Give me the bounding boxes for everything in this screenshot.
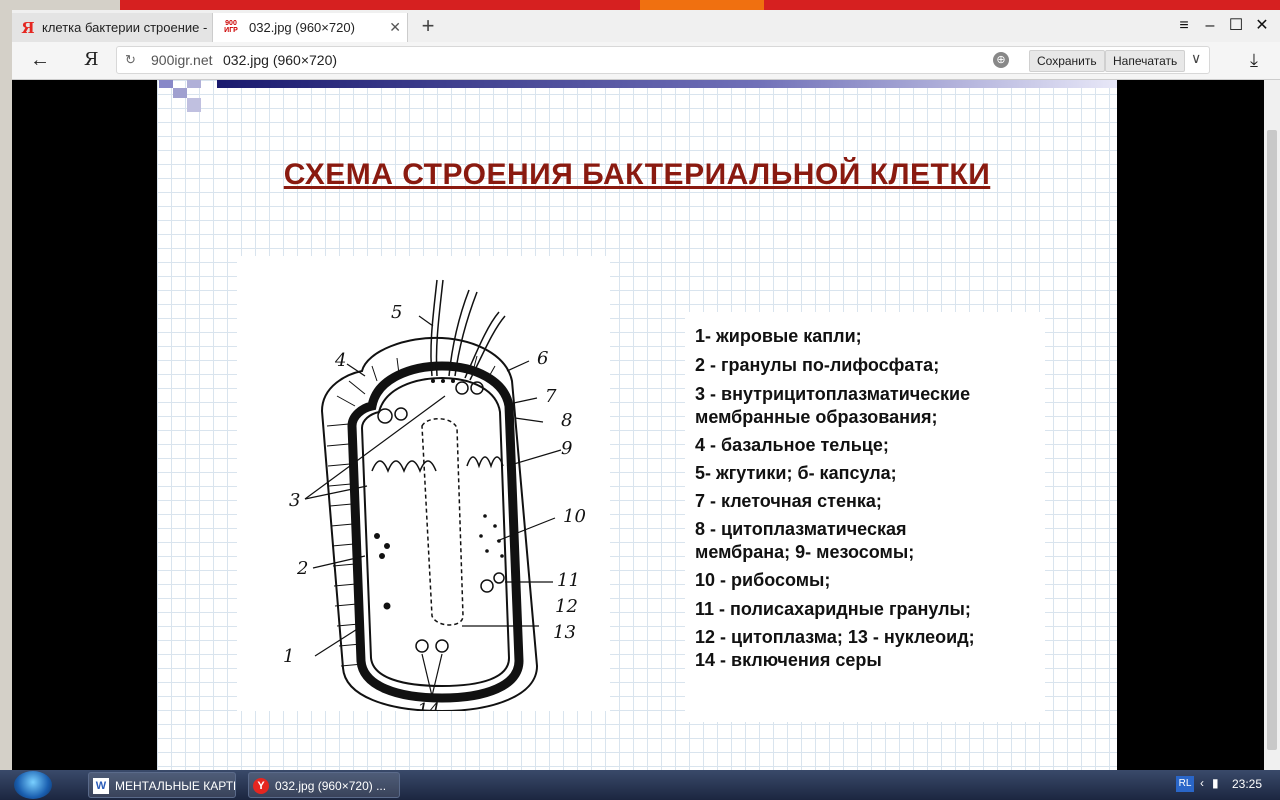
clock[interactable]: 23:25 <box>1232 777 1262 791</box>
legend-item: 5- жгутики; б- капсула; <box>695 463 897 483</box>
legend-list: 1- жировые капли; 2 - гранулы по-лифосфа… <box>685 312 1045 722</box>
bacterial-cell-diagram: 1 2 3 4 5 6 7 8 9 10 11 12 13 14 <box>237 256 610 721</box>
legend-item: 12 - цитоплазма; 13 - нуклеоид; <box>695 627 975 647</box>
tab-image[interactable]: 900 ИГР 032.jpg (960×720) ✕ <box>212 13 408 42</box>
network-icon[interactable]: ▮ <box>1212 776 1219 790</box>
legend-item: 2 - гранулы по-лифосфата; <box>695 355 940 375</box>
legend-item: 14 - включения серы <box>695 650 882 670</box>
chevron-down-icon[interactable]: ∨ <box>1191 50 1201 67</box>
legend-item: 10 - рибосомы; <box>695 570 831 590</box>
legend-item: 1- жировые капли; <box>695 326 862 346</box>
page-content: СХЕМА СТРОЕНИЯ БАКТЕРИАЛЬНОЙ КЛЕТКИ 1 2 … <box>12 80 1280 770</box>
label-2: 2 <box>296 558 308 579</box>
chevron-left-icon[interactable]: ‹ <box>1200 776 1204 790</box>
decorative-stripe <box>217 80 1117 88</box>
label-3: 3 <box>289 490 300 511</box>
yandex-icon: Я <box>21 18 35 37</box>
tab-search[interactable]: Я клетка бактерии строение - <box>12 13 212 42</box>
language-indicator[interactable]: RL <box>1176 776 1194 792</box>
tab-title: клетка бактерии строение - <box>42 20 208 35</box>
label-12: 12 <box>555 596 578 617</box>
label-6: 6 <box>537 348 548 369</box>
label-13: 13 <box>553 622 576 643</box>
site-favicon: 900 ИГР <box>224 19 238 34</box>
close-tab-icon[interactable]: ✕ <box>389 19 401 36</box>
taskbar-item-label: МЕНТАЛЬНЫЕ КАРТЫ... <box>115 779 235 793</box>
yandex-button[interactable]: Я <box>84 49 99 70</box>
maximize-button[interactable]: ☐ <box>1224 14 1248 38</box>
start-button[interactable] <box>14 771 52 799</box>
legend-item: 4 - базальное тельце; <box>695 435 889 455</box>
label-4: 4 <box>334 350 346 371</box>
label-1: 1 <box>283 646 294 667</box>
label-7: 7 <box>545 386 557 407</box>
label-14: 14 <box>417 700 440 711</box>
legend-item: 7 - клеточная стенка; <box>695 491 882 511</box>
close-window-button[interactable]: ✕ <box>1250 14 1274 38</box>
taskbar-item-word[interactable]: W МЕНТАЛЬНЫЕ КАРТЫ... <box>88 772 236 798</box>
taskbar-item-label: 032.jpg (960×720) ... <box>275 779 387 793</box>
yandex-browser-icon: Y <box>253 778 269 794</box>
word-icon: W <box>93 778 109 794</box>
legend-item: 8 - цитоплазматическая <box>695 519 907 539</box>
back-arrow-icon[interactable]: ← <box>30 49 50 72</box>
vertical-scrollbar[interactable] <box>1264 80 1280 770</box>
new-tab-button[interactable]: + <box>416 14 440 38</box>
url-field[interactable]: ↻ 900igr.net 032.jpg (960×720) ⊕ Сохрани… <box>116 46 1210 74</box>
label-9: 9 <box>561 438 572 459</box>
label-10: 10 <box>563 506 586 527</box>
address-bar: ← Я ↻ 900igr.net 032.jpg (960×720) ⊕ Сох… <box>12 42 1280 80</box>
label-11: 11 <box>557 570 580 591</box>
print-button[interactable]: Напечатать <box>1105 50 1186 72</box>
browser-window: Я клетка бактерии строение - 900 ИГР 032.… <box>12 10 1280 770</box>
slide-title: СХЕМА СТРОЕНИЯ БАКТЕРИАЛЬНОЙ КЛЕТКИ <box>283 158 991 191</box>
tab-bar: Я клетка бактерии строение - 900 ИГР 032.… <box>12 10 1280 42</box>
cell-wall <box>347 361 524 703</box>
tab-title: 032.jpg (960×720) <box>249 20 355 35</box>
cell-diagram-svg: 1 2 3 4 5 6 7 8 9 10 11 12 13 14 <box>283 279 586 721</box>
reload-icon[interactable]: ↻ <box>125 52 136 68</box>
menu-icon[interactable]: ≡ <box>1172 14 1196 38</box>
taskbar: W МЕНТАЛЬНЫЕ КАРТЫ... Y 032.jpg (960×720… <box>0 770 1280 800</box>
save-button[interactable]: Сохранить <box>1029 50 1105 72</box>
slide-image: СХЕМА СТРОЕНИЯ БАКТЕРИАЛЬНОЙ КЛЕТКИ 1 2 … <box>157 80 1117 770</box>
taskbar-item-browser[interactable]: Y 032.jpg (960×720) ... <box>248 772 400 798</box>
minimize-button[interactable]: – <box>1198 14 1222 38</box>
background-window-strip <box>0 0 1280 10</box>
globe-icon[interactable]: ⊕ <box>993 52 1009 68</box>
legend-item: мембрана; 9- мезосомы; <box>695 542 915 562</box>
scrollbar-thumb[interactable] <box>1267 130 1277 750</box>
legend-item: 11 - полисахаридные гранулы; <box>695 599 971 619</box>
url-page-title: 032.jpg (960×720) <box>223 52 338 68</box>
label-5: 5 <box>391 302 402 323</box>
download-icon[interactable]: ⤓ <box>1250 50 1258 71</box>
legend-item: 3 - внутрицитоплазматические <box>695 384 971 404</box>
url-domain: 900igr.net <box>151 52 213 68</box>
legend-item: мембранные образования; <box>695 407 938 427</box>
label-8: 8 <box>561 410 572 431</box>
